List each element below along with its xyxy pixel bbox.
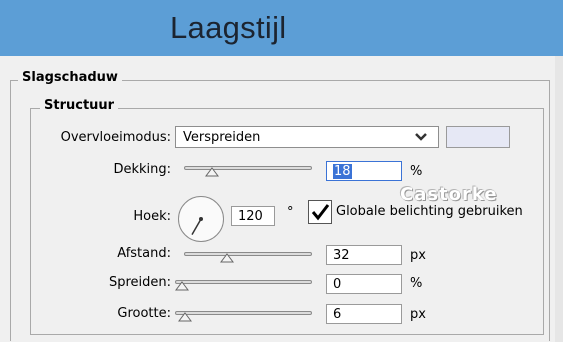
degree-unit: ° [287, 205, 294, 220]
size-input[interactable]: 6 [326, 304, 402, 324]
opacity-slider-track [184, 166, 312, 170]
distance-slider-thumb[interactable] [220, 252, 234, 266]
size-slider-track [175, 311, 312, 315]
distance-input[interactable]: 32 [326, 245, 402, 265]
size-slider-thumb[interactable] [178, 311, 192, 325]
spread-label: Spreiden: [108, 275, 171, 290]
opacity-slider[interactable] [184, 164, 312, 178]
global-light-checkbox[interactable] [308, 200, 332, 224]
spread-slider-track [175, 280, 312, 284]
global-light-label[interactable]: Globale belichting gebruiken [336, 204, 523, 219]
right-edge [555, 56, 563, 342]
spread-input[interactable]: 0 [326, 274, 402, 294]
chevron-down-icon [414, 131, 428, 146]
distance-unit: px [410, 248, 426, 263]
angle-input[interactable]: 120 [231, 206, 275, 226]
distance-slider[interactable] [184, 250, 312, 264]
angle-label: Hoek: [133, 209, 171, 224]
blend-mode-value: Verspreiden [183, 130, 261, 145]
shadow-color-swatch[interactable] [446, 126, 510, 148]
size-slider[interactable] [175, 309, 312, 323]
opacity-value: 18 [333, 164, 352, 179]
blend-mode-label: Overvloeimodus: [60, 130, 171, 145]
distance-slider-track [184, 252, 312, 256]
angle-value: 120 [238, 209, 263, 224]
title-bar: Laagstijl [0, 0, 563, 56]
size-unit: px [410, 307, 426, 322]
size-value: 6 [333, 307, 342, 322]
angle-dial[interactable] [178, 196, 224, 242]
opacity-label: Dekking: [113, 162, 171, 177]
distance-value: 32 [333, 248, 350, 263]
spread-slider[interactable] [175, 278, 312, 292]
structure-legend: Structuur [40, 98, 119, 113]
opacity-unit: % [410, 164, 423, 179]
opacity-input[interactable]: 18 [326, 161, 402, 181]
window-title: Laagstijl [170, 10, 287, 45]
size-label: Grootte: [117, 306, 171, 321]
opacity-slider-thumb[interactable] [205, 166, 219, 180]
blend-mode-select[interactable]: Verspreiden [175, 126, 439, 148]
distance-label: Afstand: [117, 246, 171, 261]
spread-value: 0 [333, 277, 342, 292]
spread-slider-thumb[interactable] [175, 280, 189, 294]
checkmark-icon [311, 204, 330, 221]
watermark-text: Castorke [400, 184, 498, 205]
spread-unit: % [410, 276, 423, 291]
drop-shadow-legend: Slagschaduw [18, 70, 122, 85]
